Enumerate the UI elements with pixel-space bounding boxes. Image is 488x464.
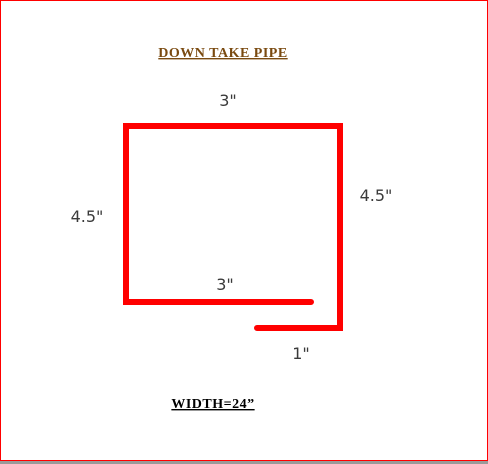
drawing-canvas: DOWN TAKE PIPE 3" 4.5" 4.5" 3" 1" WIDTH=… <box>0 0 488 464</box>
dimension-lip: 1" <box>292 344 310 363</box>
pipe-profile-outline <box>123 123 343 331</box>
dimension-inner-bottom: 3" <box>216 275 234 294</box>
diagram-title: DOWN TAKE PIPE <box>158 46 287 61</box>
width-note: WIDTH=24” <box>171 397 254 412</box>
pipe-profile-diagram: DOWN TAKE PIPE 3" 4.5" 4.5" 3" 1" WIDTH=… <box>71 46 393 412</box>
dimension-top: 3" <box>219 91 237 110</box>
dimension-right: 4.5" <box>360 186 393 205</box>
dimension-left: 4.5" <box>71 207 104 226</box>
